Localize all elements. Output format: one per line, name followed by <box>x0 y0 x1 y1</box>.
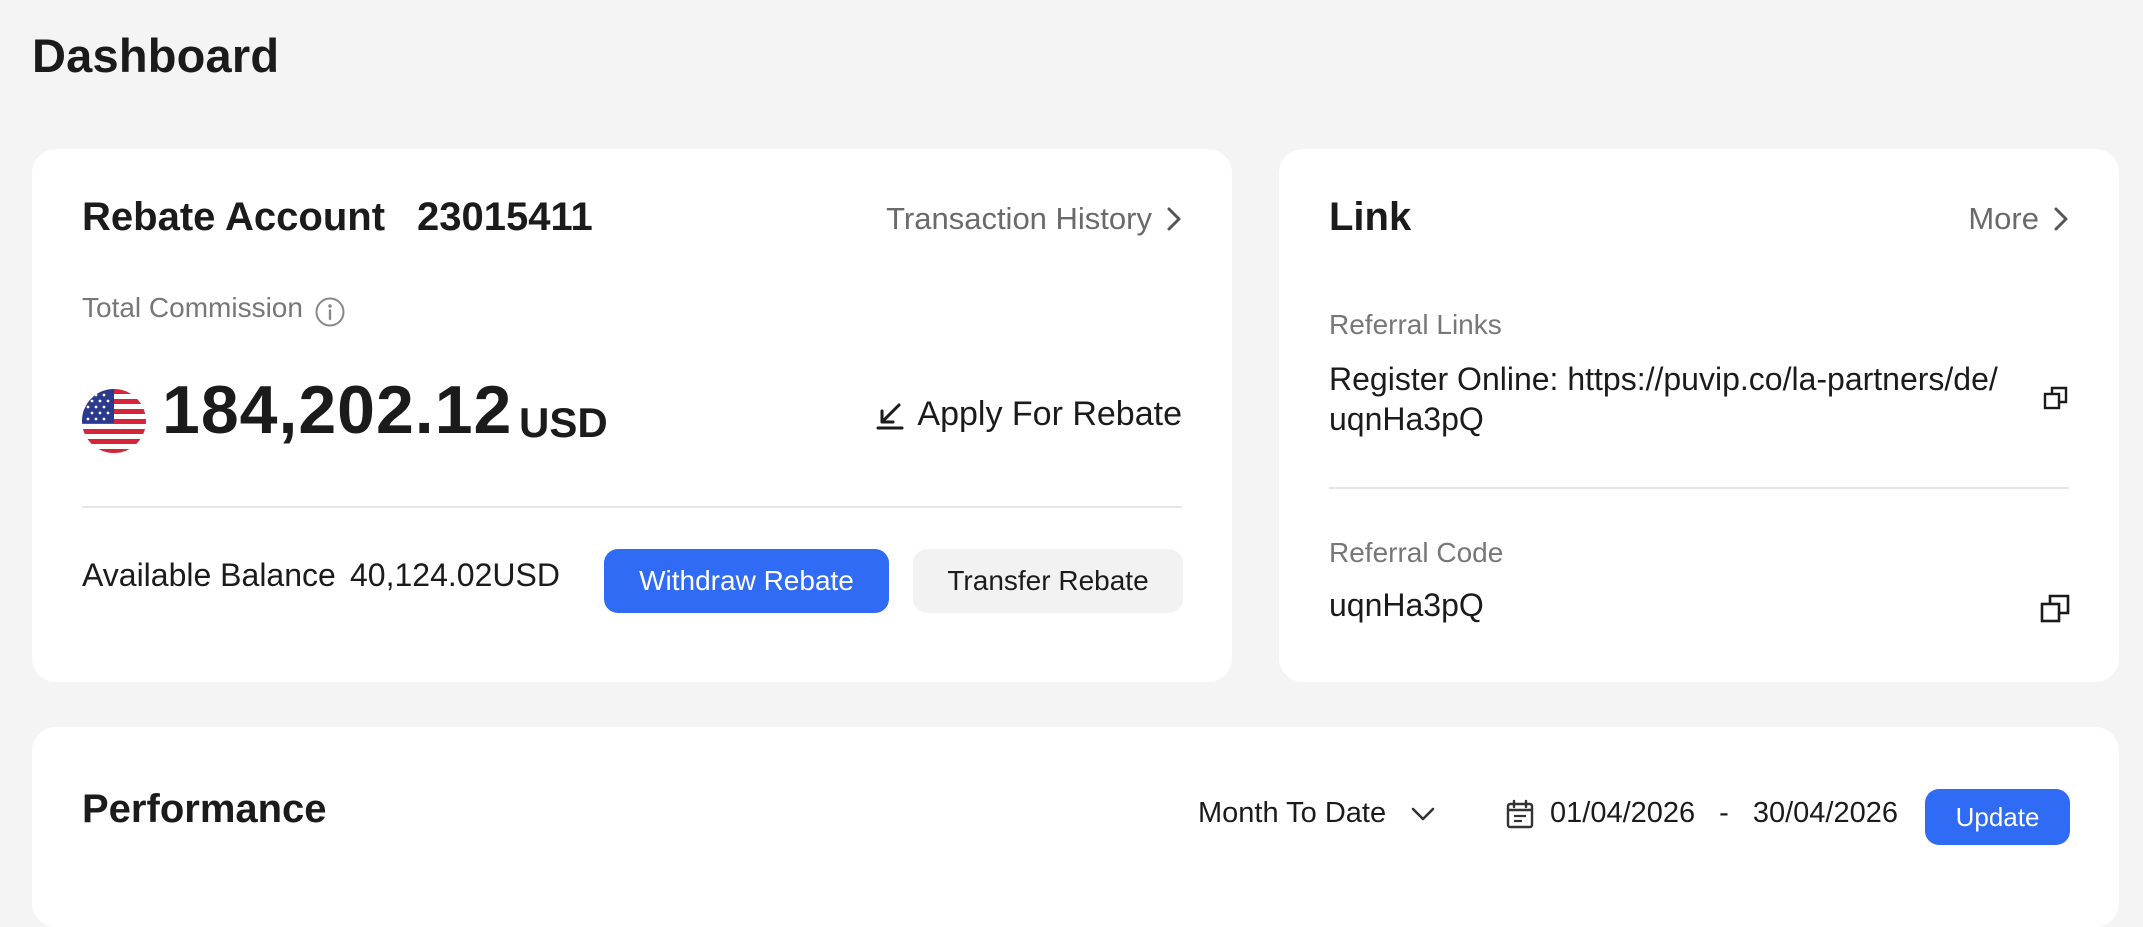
apply-for-rebate-button[interactable]: Apply For Rebate <box>875 395 1182 434</box>
page-title: Dashboard <box>32 29 280 82</box>
more-label: More <box>1968 201 2039 236</box>
period-dropdown[interactable]: Month To Date <box>1198 797 1436 830</box>
date-to: 30/04/2026 <box>1752 797 1898 829</box>
chevron-right-icon <box>2054 207 2068 231</box>
account-number: 23015411 <box>417 195 593 239</box>
copy-icon[interactable] <box>2043 385 2069 411</box>
link-card: Link More Referral Links Register Online… <box>1279 149 2119 682</box>
total-commission-amount: 184,202.12 <box>162 372 513 448</box>
copy-icon[interactable] <box>2039 592 2071 624</box>
divider <box>1329 487 2069 489</box>
us-flag-icon <box>82 389 146 453</box>
transaction-history-label: Transaction History <box>886 201 1152 236</box>
info-icon[interactable] <box>314 296 346 328</box>
arrow-down-left-icon <box>876 403 904 429</box>
available-balance-value: 40,124.02USD <box>350 557 560 593</box>
chevron-down-icon <box>1411 807 1435 820</box>
apply-for-rebate-label: Apply For Rebate <box>917 395 1182 433</box>
date-from: 01/04/2026 <box>1550 797 1696 829</box>
performance-card: Performance Month To Date 01/04/2026 - 3… <box>32 727 2119 927</box>
update-button[interactable]: Update <box>1925 789 2070 845</box>
currency-label: USD <box>519 399 608 446</box>
transfer-rebate-button[interactable]: Transfer Rebate <box>913 549 1183 613</box>
calendar-icon <box>1506 799 1534 828</box>
referral-links-label: Referral Links <box>1329 309 1502 340</box>
performance-title: Performance <box>82 787 327 831</box>
rebate-account-title: Rebate Account <box>82 195 386 239</box>
period-label: Month To Date <box>1198 797 1387 829</box>
referral-code-value: uqnHa3pQ <box>1329 587 1484 623</box>
referral-code-label: Referral Code <box>1329 537 1504 568</box>
transaction-history-link[interactable]: Transaction History <box>886 201 1182 237</box>
more-link[interactable]: More <box>1968 201 2069 237</box>
total-commission-label: Total Commission <box>82 292 303 323</box>
rebate-account-card: Rebate Account 23015411 Transaction Hist… <box>32 149 1232 682</box>
date-range-picker[interactable]: 01/04/2026 - 30/04/2026 <box>1506 797 1898 830</box>
link-title: Link <box>1329 195 1412 239</box>
available-balance-label: Available Balance <box>82 557 336 593</box>
divider <box>82 506 1182 508</box>
date-separator: - <box>1719 797 1729 829</box>
withdraw-rebate-button[interactable]: Withdraw Rebate <box>604 549 889 613</box>
chevron-right-icon <box>1167 207 1181 231</box>
register-online-link[interactable]: Register Online: https://puvip.co/la-par… <box>1329 359 2009 439</box>
